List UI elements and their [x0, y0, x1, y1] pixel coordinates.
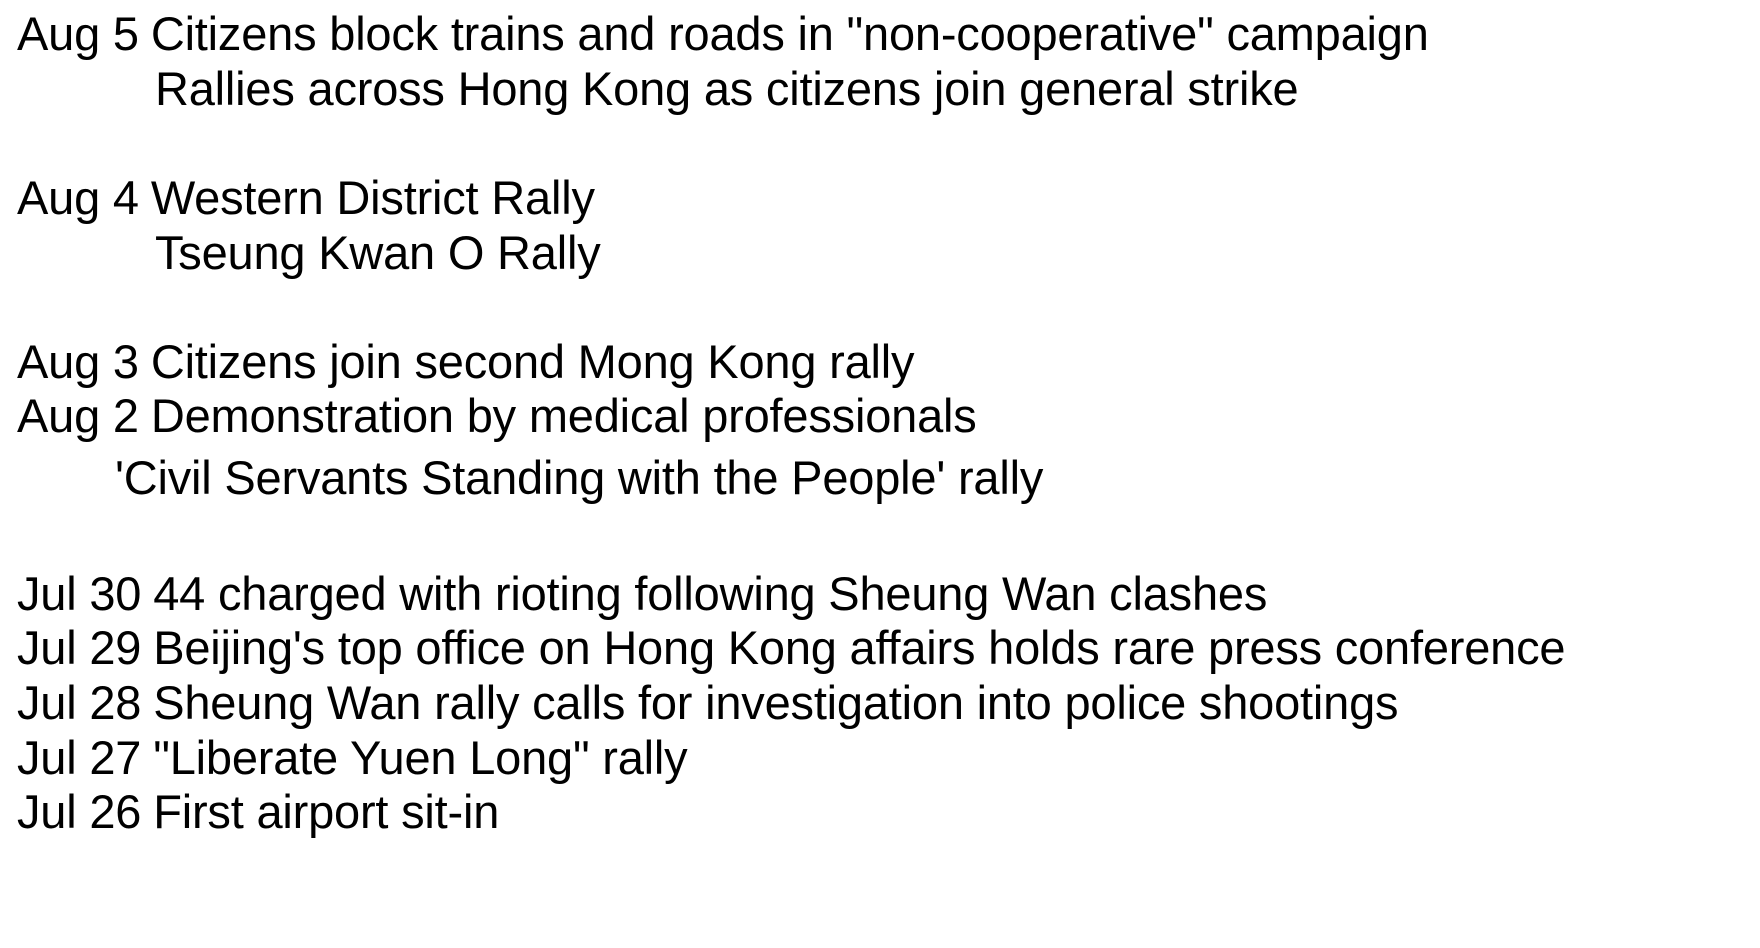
timeline-row-aug-5: Aug 5 Citizens block trains and roads in … — [17, 6, 1429, 62]
event-text: First airport sit-in — [153, 785, 500, 838]
timeline-subrow: Tseung Kwan O Rally — [155, 225, 601, 281]
date-label: Jul 30 — [17, 567, 142, 620]
event-text: Tseung Kwan O Rally — [155, 226, 601, 279]
event-text: Beijing's top office on Hong Kong affair… — [153, 621, 1566, 674]
event-text: 'Civil Servants Standing with the People… — [115, 451, 1044, 504]
timeline-row-aug-2: Aug 2 Demonstration by medical profession… — [17, 388, 977, 444]
date-label: Aug 5 — [17, 7, 139, 60]
timeline-row-jul-30: Jul 30 44 charged with rioting following … — [17, 566, 1267, 622]
timeline-row-jul-27: Jul 27 "Liberate Yuen Long" rally — [17, 730, 688, 786]
timeline-row-aug-4: Aug 4 Western District Rally — [17, 170, 595, 226]
date-label: Aug 4 — [17, 171, 139, 224]
event-text: Citizens block trains and roads in "non-… — [150, 7, 1429, 60]
event-text: Citizens join second Mong Kong rally — [150, 335, 915, 388]
timeline-subrow: Rallies across Hong Kong as citizens joi… — [155, 61, 1299, 117]
date-label: Jul 26 — [17, 785, 142, 838]
date-label: Jul 28 — [17, 676, 142, 729]
date-label: Jul 27 — [17, 731, 142, 784]
date-label: Aug 3 — [17, 335, 139, 388]
timeline-row-jul-26: Jul 26 First airport sit-in — [17, 784, 499, 840]
event-text: Rallies across Hong Kong as citizens joi… — [155, 62, 1299, 115]
event-text: Sheung Wan rally calls for investigation… — [153, 676, 1399, 729]
timeline-subrow: 'Civil Servants Standing with the People… — [115, 450, 1043, 506]
date-label: Aug 2 — [17, 389, 139, 442]
event-text: 44 charged with rioting following Sheung… — [153, 567, 1268, 620]
timeline: Aug 5 Citizens block trains and roads in … — [0, 0, 1760, 948]
event-text: Demonstration by medical professionals — [150, 389, 977, 442]
timeline-row-jul-29: Jul 29 Beijing's top office on Hong Kong … — [17, 620, 1566, 676]
timeline-row-jul-28: Jul 28 Sheung Wan rally calls for investi… — [17, 675, 1399, 731]
event-text: Western District Rally — [150, 171, 595, 224]
date-label: Jul 29 — [17, 621, 142, 674]
timeline-row-aug-3: Aug 3 Citizens join second Mong Kong rall… — [17, 334, 915, 390]
event-text: "Liberate Yuen Long" rally — [153, 731, 688, 784]
